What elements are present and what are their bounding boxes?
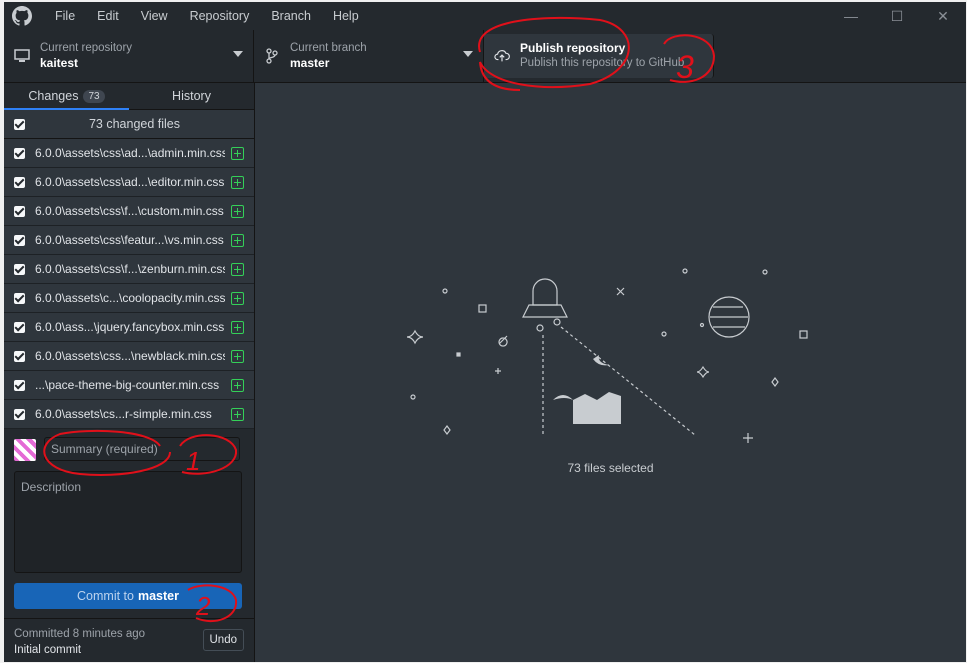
minimize-button[interactable]: — [828, 2, 874, 30]
branch-icon [264, 48, 280, 64]
branch-name: master [290, 56, 330, 70]
file-checkbox[interactable] [14, 379, 25, 391]
app-window: File Edit View Repository Branch Help — … [4, 2, 966, 662]
summary-input[interactable] [45, 438, 239, 460]
branch-label: Current branch [290, 42, 367, 54]
files-selected-label: 73 files selected [567, 461, 654, 475]
current-repository-button[interactable]: Current repository kaitest [4, 30, 254, 82]
file-path: 6.0.0\assets\css\featur...\vs.min.css [35, 233, 224, 247]
file-row[interactable]: ...\pace-theme-big-counter.min.css [4, 371, 254, 400]
changed-files-count: 73 changed files [88, 117, 181, 131]
tab-changes[interactable]: Changes 73 [4, 83, 129, 110]
added-file-icon [231, 320, 244, 334]
file-path: 6.0.0\assets\css...\newblack.min.css [35, 349, 225, 363]
file-row[interactable]: 6.0.0\assets\css\f...\custom.min.css [4, 197, 254, 226]
github-logo-icon [12, 6, 32, 26]
last-commit-message: Initial commit [14, 644, 82, 656]
file-row[interactable]: 6.0.0\assets\css\featur...\vs.min.css [4, 226, 254, 255]
file-row[interactable]: 6.0.0\assets\css\ad...\editor.min.css [4, 168, 254, 197]
menu-file[interactable]: File [44, 2, 86, 30]
undo-button[interactable]: Undo [202, 629, 244, 651]
file-checkbox[interactable] [14, 321, 25, 333]
window-controls: — ☐ ✕ [828, 2, 966, 30]
added-file-icon [231, 262, 244, 276]
tab-history[interactable]: History [129, 83, 254, 109]
last-commit-panel: Committed 8 minutes ago Initial commit U… [4, 618, 254, 662]
added-file-icon [231, 175, 244, 189]
close-button[interactable]: ✕ [920, 2, 966, 30]
tab-changes-label: Changes [28, 89, 79, 103]
repository-label: Current repository [40, 42, 133, 54]
commit-button-prefix: Commit to [77, 589, 134, 603]
file-checkbox[interactable] [14, 350, 25, 362]
sidebar-tabs: Changes 73 History [4, 83, 254, 110]
file-path: ...\pace-theme-big-counter.min.css [35, 378, 220, 392]
toolbar: Current repository kaitest Current branc… [4, 30, 966, 83]
file-checkbox[interactable] [14, 234, 25, 246]
space-illustration-icon [406, 268, 808, 443]
description-input[interactable] [15, 472, 241, 572]
file-list: 6.0.0\assets\css\ad...\admin.min.css 6.0… [4, 139, 254, 429]
file-row[interactable]: 6.0.0\assets\css\ad...\admin.min.css [4, 139, 254, 168]
maximize-button[interactable]: ☐ [874, 2, 920, 30]
menu-help[interactable]: Help [322, 2, 370, 30]
title-bar: File Edit View Repository Branch Help — … [4, 2, 966, 30]
file-path: 6.0.0\assets\cs...r-simple.min.css [35, 407, 212, 421]
file-checkbox[interactable] [14, 147, 25, 159]
menu-bar: File Edit View Repository Branch Help [44, 2, 370, 30]
chevron-down-icon [463, 51, 473, 57]
avatar [14, 439, 36, 461]
file-path: 6.0.0\assets\css\f...\custom.min.css [35, 204, 224, 218]
added-file-icon [231, 146, 244, 160]
file-checkbox[interactable] [14, 205, 25, 217]
menu-view[interactable]: View [130, 2, 179, 30]
repository-name: kaitest [40, 56, 79, 70]
added-file-icon [231, 407, 244, 421]
added-file-icon [231, 378, 244, 392]
commit-button[interactable]: Commit to master [14, 583, 242, 609]
last-commit-time: Committed 8 minutes ago [14, 628, 146, 640]
summary-field-wrapper [44, 437, 240, 461]
publish-description: Publish this repository to GitHub [520, 57, 685, 69]
added-file-icon [231, 204, 244, 218]
menu-edit[interactable]: Edit [86, 2, 130, 30]
file-checkbox[interactable] [14, 408, 25, 420]
tab-history-label: History [172, 89, 211, 103]
file-row[interactable]: 6.0.0\assets\c...\coolopacity.min.css [4, 284, 254, 313]
diff-panel: 73 files selected [255, 83, 966, 662]
current-branch-button[interactable]: Current branch master [254, 30, 484, 82]
description-field-wrapper [14, 471, 242, 573]
cloud-upload-icon [494, 48, 510, 64]
file-path: 6.0.0\assets\c...\coolopacity.min.css [35, 291, 225, 305]
menu-repository[interactable]: Repository [179, 2, 261, 30]
file-path: 6.0.0\assets\css\f...\zenburn.min.css [35, 262, 225, 276]
file-row[interactable]: 6.0.0\assets\css\f...\zenburn.min.css [4, 255, 254, 284]
changes-count-badge: 73 [83, 89, 105, 103]
file-checkbox[interactable] [14, 176, 25, 188]
file-path: 6.0.0\assets\css\ad...\admin.min.css [35, 146, 225, 160]
publish-repository-button[interactable]: Publish repository Publish this reposito… [484, 34, 714, 78]
file-checkbox[interactable] [14, 263, 25, 275]
menu-branch[interactable]: Branch [260, 2, 322, 30]
file-path: 6.0.0\ass...\jquery.fancybox.min.css [35, 320, 225, 334]
select-all-checkbox[interactable] [14, 118, 25, 130]
added-file-icon [231, 349, 244, 363]
file-row[interactable]: 6.0.0\assets\cs...r-simple.min.css [4, 400, 254, 429]
commit-button-branch: master [137, 589, 179, 603]
added-file-icon [231, 233, 244, 247]
file-checkbox[interactable] [14, 292, 25, 304]
computer-icon [14, 48, 30, 64]
chevron-down-icon [233, 51, 243, 57]
select-all-row: 73 changed files [4, 110, 254, 139]
publish-title: Publish repository [520, 41, 626, 55]
changes-sidebar: Changes 73 History 73 changed files 6.0.… [4, 83, 255, 662]
file-row[interactable]: 6.0.0\assets\css...\newblack.min.css [4, 342, 254, 371]
file-row[interactable]: 6.0.0\ass...\jquery.fancybox.min.css [4, 313, 254, 342]
file-path: 6.0.0\assets\css\ad...\editor.min.css [35, 175, 225, 189]
added-file-icon [231, 291, 244, 305]
